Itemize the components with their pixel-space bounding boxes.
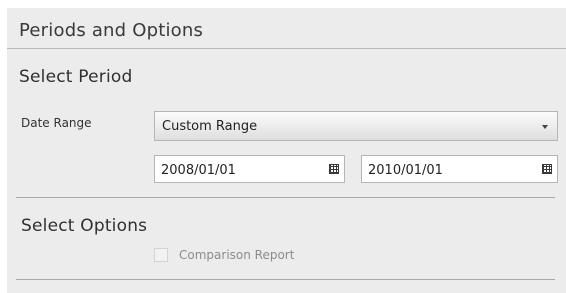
start-date-field[interactable]: 2008/01/01 bbox=[154, 155, 345, 183]
periods-and-options-panel: Periods and Options Select Period Date R… bbox=[7, 8, 566, 293]
calendar-icon bbox=[329, 164, 339, 174]
title-divider bbox=[7, 48, 566, 49]
end-date-field[interactable]: 2010/01/01 bbox=[361, 155, 558, 183]
chevron-down-icon bbox=[542, 125, 548, 129]
comparison-report-label: Comparison Report bbox=[179, 248, 295, 262]
select-options-heading: Select Options bbox=[21, 216, 148, 236]
end-date-calendar-button[interactable] bbox=[539, 160, 555, 178]
date-range-label: Date Range bbox=[21, 116, 92, 130]
select-period-heading: Select Period bbox=[19, 67, 133, 87]
panel-title: Periods and Options bbox=[19, 20, 204, 41]
calendar-icon bbox=[542, 164, 552, 174]
date-range-selected-value: Custom Range bbox=[162, 119, 258, 134]
section-divider bbox=[16, 197, 555, 198]
end-date-value: 2010/01/01 bbox=[368, 163, 443, 178]
date-range-select[interactable]: Custom Range bbox=[154, 111, 558, 141]
comparison-report-checkbox[interactable] bbox=[154, 248, 168, 262]
start-date-value: 2008/01/01 bbox=[161, 163, 236, 178]
bottom-divider bbox=[16, 279, 555, 280]
start-date-calendar-button[interactable] bbox=[326, 160, 342, 178]
